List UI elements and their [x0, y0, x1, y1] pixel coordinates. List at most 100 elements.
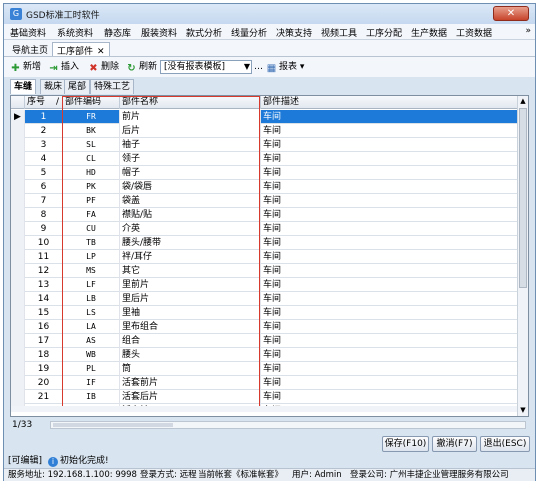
cell-part-desc[interactable]: 车间 [261, 208, 518, 222]
tab-cutting[interactable]: 裁床 [40, 79, 67, 94]
cell-seq[interactable]: 18 [25, 348, 63, 362]
cell-part-name[interactable]: 里布组合 [120, 320, 261, 334]
cell-part-code[interactable]: CU [63, 222, 120, 236]
cell-part-desc[interactable]: 车间 [261, 152, 518, 166]
menu-static-library[interactable]: 静态库 [104, 26, 131, 39]
cell-part-code[interactable]: LP [63, 250, 120, 264]
table-row[interactable]: 2 BK 后片 车间 [11, 124, 518, 138]
table-row[interactable]: 18 WB 腰头 车间 [11, 348, 518, 362]
menu-style-analysis[interactable]: 款式分析 [186, 26, 222, 39]
template-more-button[interactable]: … [254, 60, 263, 74]
report-template-select[interactable]: [没有报表模板] ▼ [160, 60, 252, 74]
menu-overflow-icon[interactable]: » [525, 26, 531, 36]
menu-basic-data[interactable]: 基础资料 [10, 26, 46, 39]
menu-system-data[interactable]: 系统资料 [57, 26, 93, 39]
menu-production-data[interactable]: 生产数据 [411, 26, 447, 39]
menu-process-allocation[interactable]: 工序分配 [366, 26, 402, 39]
horizontal-scrollbar[interactable] [11, 406, 518, 412]
delete-button[interactable]: ✖ 删除 [88, 60, 119, 74]
tab-sewing[interactable]: 车缝 [10, 79, 37, 94]
table-row[interactable]: 10 TB 腰头/腰带 车间 [11, 236, 518, 250]
table-row[interactable]: 11 LP 袢/耳仔 车间 [11, 250, 518, 264]
table-row[interactable]: 7 PF 袋盖 车间 [11, 194, 518, 208]
cell-part-name[interactable]: 里袖 [120, 306, 261, 320]
cell-part-name[interactable]: 筒 [120, 362, 261, 376]
record-scroll-thumb[interactable] [53, 423, 173, 427]
cell-part-desc[interactable]: 车间 [261, 124, 518, 138]
record-scrollbar[interactable] [50, 421, 526, 429]
tab-process-parts[interactable]: 工序部件 ✕ [52, 42, 110, 57]
table-row[interactable]: 13 LF 里前片 车间 [11, 278, 518, 292]
cell-part-desc[interactable]: 车间 [261, 278, 518, 292]
cell-part-name[interactable]: 袖子 [120, 138, 261, 152]
cell-part-name[interactable]: 领子 [120, 152, 261, 166]
cell-part-code[interactable]: TB [63, 236, 120, 250]
cell-part-code[interactable]: WB [63, 348, 120, 362]
cell-part-name[interactable]: 襟贴/贴 [120, 208, 261, 222]
cell-part-code[interactable]: MS [63, 264, 120, 278]
cell-part-desc[interactable]: 车间 [261, 264, 518, 278]
cell-part-desc[interactable]: 车间 [261, 222, 518, 236]
cell-part-desc[interactable]: 车间 [261, 166, 518, 180]
table-row[interactable]: 5 HD 帽子 车间 [11, 166, 518, 180]
table-row[interactable]: 20 IF 活套前片 车间 [11, 376, 518, 390]
cell-part-code[interactable]: FA [63, 208, 120, 222]
table-row[interactable]: 17 AS 组合 车间 [11, 334, 518, 348]
cell-seq[interactable]: 9 [25, 222, 63, 236]
cell-seq[interactable]: 10 [25, 236, 63, 250]
cell-part-name[interactable]: 后片 [120, 124, 261, 138]
table-row[interactable]: ▶ 1 FR 前片 车间 [11, 110, 518, 124]
header-seq[interactable]: 序号 / [25, 96, 63, 109]
table-row[interactable]: 6 PK 袋/袋唇 车间 [11, 180, 518, 194]
cell-part-desc[interactable]: 车间 [261, 376, 518, 390]
header-part-code[interactable]: 部件编码 [63, 96, 120, 109]
cell-part-code[interactable]: PL [63, 362, 120, 376]
cell-part-code[interactable]: PK [63, 180, 120, 194]
cell-part-name[interactable]: 里后片 [120, 292, 261, 306]
cell-part-code[interactable]: LF [63, 278, 120, 292]
scroll-up-icon[interactable]: ▲ [518, 96, 528, 107]
cell-part-code[interactable]: BK [63, 124, 120, 138]
table-row[interactable]: 15 LS 里袖 车间 [11, 306, 518, 320]
cell-part-code[interactable]: IB [63, 390, 120, 404]
menu-thread-analysis[interactable]: 线量分析 [231, 26, 267, 39]
cell-part-code[interactable]: LB [63, 292, 120, 306]
table-row[interactable]: 9 CU 介英 车间 [11, 222, 518, 236]
cell-seq[interactable]: 1 [25, 110, 63, 124]
cell-part-name[interactable]: 袢/耳仔 [120, 250, 261, 264]
report-button[interactable]: ▦ 报表 ▾ [266, 60, 305, 74]
add-button[interactable]: ✚ 新增 [10, 60, 41, 74]
cell-seq[interactable]: 8 [25, 208, 63, 222]
cell-seq[interactable]: 12 [25, 264, 63, 278]
table-row[interactable]: 4 CL 领子 车间 [11, 152, 518, 166]
cell-part-desc[interactable]: 车间 [261, 292, 518, 306]
table-row[interactable]: 14 LB 里后片 车间 [11, 292, 518, 306]
tab-nav-home[interactable]: 导航主页 [8, 42, 52, 56]
cell-part-code[interactable]: FR [63, 110, 120, 124]
cell-part-desc[interactable]: 车间 [261, 194, 518, 208]
cell-part-name[interactable]: 活套后片 [120, 390, 261, 404]
cell-part-name[interactable]: 其它 [120, 264, 261, 278]
cell-seq[interactable]: 2 [25, 124, 63, 138]
cell-part-code[interactable]: IF [63, 376, 120, 390]
cancel-button[interactable]: 撤消(F7) [432, 436, 477, 452]
cell-part-name[interactable]: 组合 [120, 334, 261, 348]
cell-seq[interactable]: 21 [25, 390, 63, 404]
vertical-scrollbar[interactable]: ▲ ▼ [517, 96, 528, 416]
cell-seq[interactable]: 4 [25, 152, 63, 166]
cell-part-desc[interactable]: 车间 [261, 320, 518, 334]
header-part-name[interactable]: 部件名称 [120, 96, 261, 109]
close-tab-icon[interactable]: ✕ [97, 47, 105, 57]
close-window-button[interactable]: ✕ [493, 6, 529, 21]
cell-part-code[interactable]: LS [63, 306, 120, 320]
scroll-thumb[interactable] [519, 108, 527, 288]
cell-seq[interactable]: 20 [25, 376, 63, 390]
cell-seq[interactable]: 15 [25, 306, 63, 320]
exit-button[interactable]: 退出(ESC) [480, 436, 530, 452]
menu-video-tools[interactable]: 视频工具 [321, 26, 357, 39]
cell-part-name[interactable]: 前片 [120, 110, 261, 124]
table-row[interactable]: 19 PL 筒车间 [11, 362, 518, 376]
cell-seq[interactable]: 5 [25, 166, 63, 180]
cell-seq[interactable]: 13 [25, 278, 63, 292]
cell-seq[interactable]: 14 [25, 292, 63, 306]
